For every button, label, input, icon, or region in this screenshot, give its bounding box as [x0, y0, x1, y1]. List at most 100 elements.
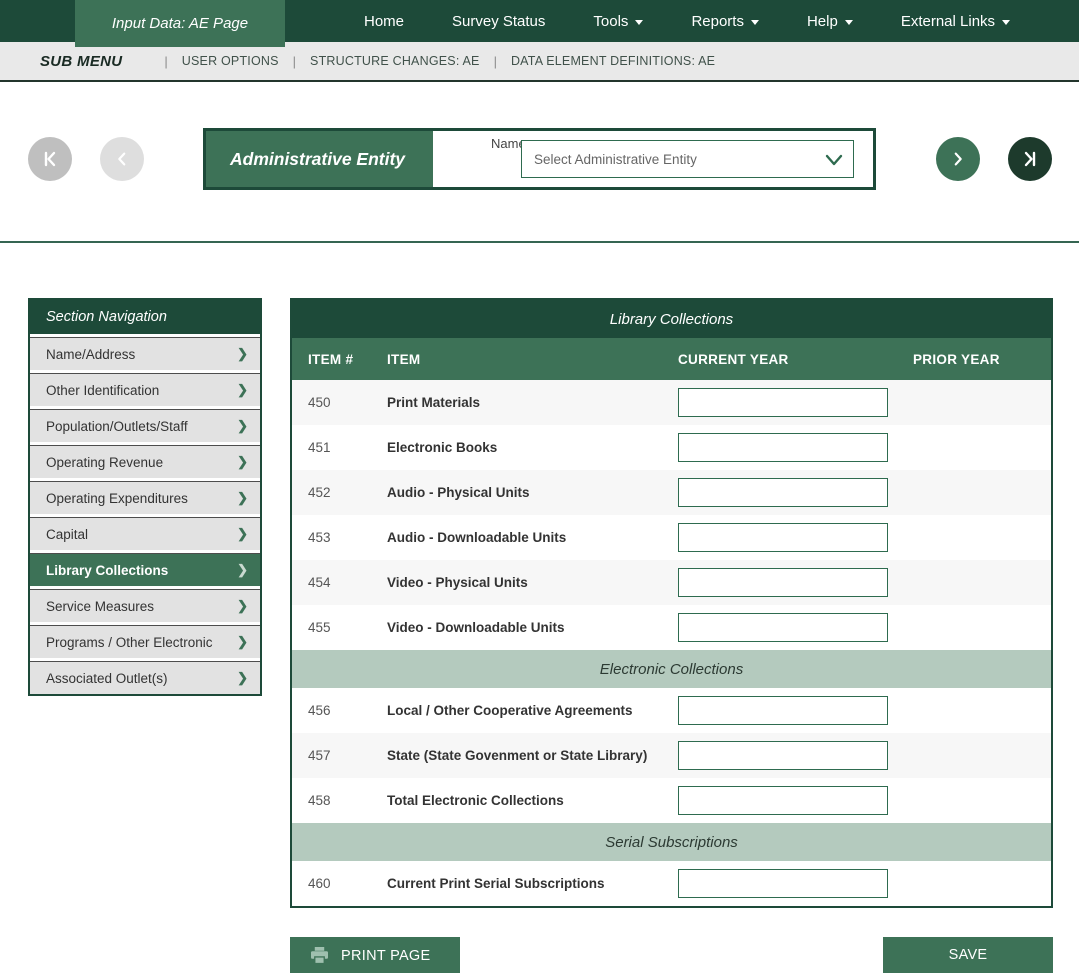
table-row: 458Total Electronic Collections: [292, 778, 1051, 823]
item-number: 454: [292, 575, 387, 590]
item-label: Total Electronic Collections: [387, 793, 678, 808]
item-number: 460: [292, 876, 387, 891]
col-item-number: ITEM #: [292, 352, 387, 367]
last-entity-button[interactable]: [1008, 137, 1052, 181]
item-label: Electronic Books: [387, 440, 678, 455]
current-year-input-452[interactable]: [678, 478, 888, 507]
sidebar-item-capital[interactable]: Capital❯: [30, 517, 260, 550]
chevron-right-icon: ❯: [237, 490, 248, 506]
current-year-input-460[interactable]: [678, 869, 888, 898]
menu-item-label: Reports: [691, 13, 744, 30]
current-year-cell: [678, 388, 913, 417]
sidebar-item-name-address[interactable]: Name/Address ❯: [30, 337, 260, 370]
sidebar-item-label: Operating Revenue: [46, 455, 163, 470]
sidebar-item-label: Library Collections: [46, 563, 168, 578]
table-row: 457State (State Govenment or State Libra…: [292, 733, 1051, 778]
menu-item-external-links[interactable]: External Links: [891, 13, 1020, 30]
table-row: 455Video - Downloadable Units: [292, 605, 1051, 650]
save-button[interactable]: SAVE: [883, 937, 1053, 973]
chevron-right-icon: ❯: [237, 454, 248, 470]
menu-item-label: External Links: [901, 13, 995, 30]
sidebar-item-label: Other Identification: [46, 383, 159, 398]
current-year-input-454[interactable]: [678, 568, 888, 597]
sidebar-item-label: Associated Outlet(s): [46, 671, 168, 686]
administrative-entity-select-value: Select Administrative Entity: [534, 152, 697, 167]
item-label: Current Print Serial Subscriptions: [387, 876, 678, 891]
menu-item-survey-status[interactable]: Survey Status: [442, 13, 555, 30]
current-year-input-456[interactable]: [678, 696, 888, 725]
current-year-cell: [678, 433, 913, 462]
menu-item-home[interactable]: Home: [354, 13, 414, 30]
sidebar-item-label: Operating Expenditures: [46, 491, 188, 506]
chevron-right-icon: ❯: [237, 346, 248, 362]
active-page-tab-label: Input Data: AE Page: [112, 15, 248, 32]
item-number: 451: [292, 440, 387, 455]
item-number: 458: [292, 793, 387, 808]
current-year-input-453[interactable]: [678, 523, 888, 552]
sidebar-item-associated-outlet-s-[interactable]: Associated Outlet(s) ❯: [30, 661, 260, 694]
table-row: 456Local / Other Cooperative Agreements: [292, 688, 1051, 733]
menu-item-help[interactable]: Help: [797, 13, 863, 30]
print-page-label: PRINT PAGE: [341, 948, 430, 964]
last-page-icon: [1020, 149, 1040, 169]
chevron-right-icon: ❯: [237, 670, 248, 686]
table-row: 454Video - Physical Units: [292, 560, 1051, 605]
caret-down-icon: [845, 20, 853, 25]
current-year-input-450[interactable]: [678, 388, 888, 417]
table-column-header: ITEM # ITEM CURRENT YEAR PRIOR YEAR: [292, 338, 1051, 380]
submenu-link-structure-changes-ae[interactable]: STRUCTURE CHANGES: AE: [310, 54, 480, 68]
current-year-input-458[interactable]: [678, 786, 888, 815]
chevron-right-icon: ❯: [237, 382, 248, 398]
menu-item-reports[interactable]: Reports: [681, 13, 769, 30]
current-year-cell: [678, 478, 913, 507]
sidebar-item-programs-other-electronic[interactable]: Programs / Other Electronic ❯: [30, 625, 260, 658]
sidebar-item-service-measures[interactable]: Service Measures❯: [30, 589, 260, 622]
section-divider: [0, 241, 1079, 243]
current-year-cell: [678, 523, 913, 552]
col-item: ITEM: [387, 352, 678, 367]
first-page-icon: [40, 149, 60, 169]
item-number: 453: [292, 530, 387, 545]
administrative-entity-select[interactable]: Select Administrative Entity: [521, 140, 854, 178]
next-entity-button[interactable]: [936, 137, 980, 181]
item-number: 452: [292, 485, 387, 500]
item-number: 457: [292, 748, 387, 763]
menu-item-tools[interactable]: Tools: [583, 13, 653, 30]
current-year-input-451[interactable]: [678, 433, 888, 462]
caret-down-icon: [751, 20, 759, 25]
table-section-header: Serial Subscriptions: [292, 823, 1051, 861]
sidebar-item-label: Capital: [46, 527, 88, 542]
print-page-button[interactable]: PRINT PAGE: [290, 937, 460, 973]
chevron-left-icon: [113, 150, 131, 168]
sidebar-item-library-collections[interactable]: Library Collections ❯: [30, 553, 260, 586]
submenu-link-data-element-definitions-ae[interactable]: DATA ELEMENT DEFINITIONS: AE: [511, 54, 715, 68]
first-entity-button[interactable]: [28, 137, 72, 181]
menu-item-label: Survey Status: [452, 13, 545, 30]
submenu-link-user-options[interactable]: USER OPTIONS: [182, 54, 279, 68]
menu-item-label: Help: [807, 13, 838, 30]
current-year-input-455[interactable]: [678, 613, 888, 642]
sidebar-item-operating-revenue[interactable]: Operating Revenue ❯: [30, 445, 260, 478]
main-content: Section Navigation Name/Address❯Other Id…: [0, 298, 1079, 908]
item-number: 450: [292, 395, 387, 410]
previous-entity-button[interactable]: [100, 137, 144, 181]
chevron-right-icon: ❯: [237, 598, 248, 614]
sidebar-item-label: Name/Address: [46, 347, 135, 362]
chevron-right-icon: ❯: [237, 634, 248, 650]
main-menu: Home Survey Status Tools Reports Help Externa…: [340, 0, 1079, 42]
table-section-header: Electronic Collections: [292, 650, 1051, 688]
sidebar-item-label: Programs / Other Electronic: [46, 635, 213, 650]
current-year-input-457[interactable]: [678, 741, 888, 770]
active-page-tab[interactable]: Input Data: AE Page: [75, 0, 285, 47]
item-label: State (State Govenment or State Library): [387, 748, 678, 763]
entity-name-area: Name Select Administrative Entity: [433, 131, 873, 187]
chevron-right-icon: ❯: [237, 562, 248, 578]
entity-pager-row: Administrative Entity Name Select Admini…: [0, 128, 1079, 190]
sidebar-item-operating-expenditures[interactable]: Operating Expenditures ❯: [30, 481, 260, 514]
chevron-right-icon: [949, 150, 967, 168]
sidebar-item-population-outlets-staff[interactable]: Population/Outlets/Staff❯: [30, 409, 260, 442]
current-year-cell: [678, 568, 913, 597]
sidebar-item-other-identification[interactable]: Other Identification ❯: [30, 373, 260, 406]
item-label: Print Materials: [387, 395, 678, 410]
chevron-down-icon: [825, 152, 843, 168]
